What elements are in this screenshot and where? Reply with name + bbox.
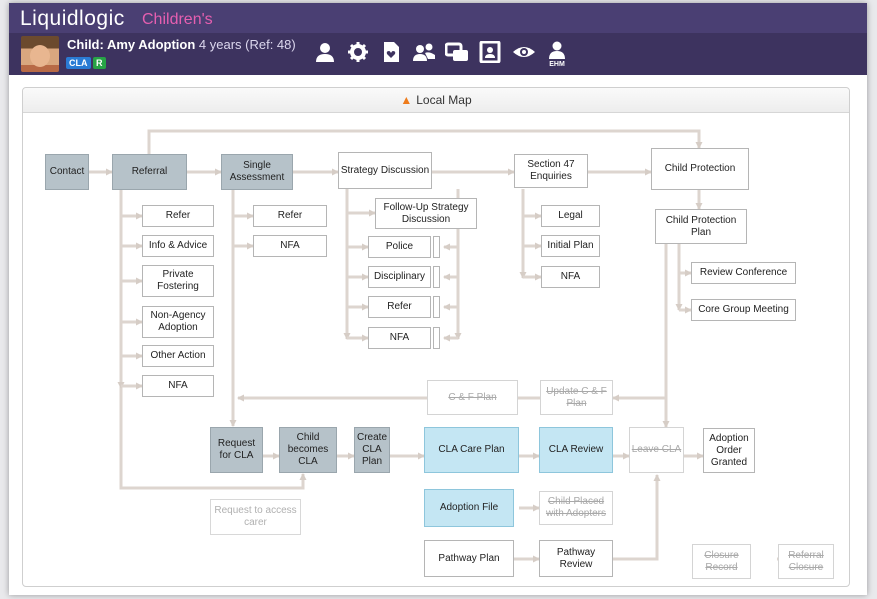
section47-node[interactable]: Section 47 Enquiries — [514, 154, 588, 188]
sd-refer-node[interactable]: Refer — [368, 296, 431, 318]
cla-care-plan-node[interactable]: CLA Care Plan — [424, 427, 519, 473]
adoption-order-node[interactable]: Adoption Order Granted — [703, 428, 755, 473]
closure-record-node[interactable]: Closure Record — [692, 544, 751, 579]
child-details: 4 years (Ref: 48) — [195, 37, 296, 52]
local-map-panel: ▲ Local Map Contact Referral Single Asse… — [22, 87, 850, 587]
cla-badge: CLA — [66, 57, 91, 69]
child-protection-node[interactable]: Child Protection — [651, 148, 749, 190]
request-cla-node[interactable]: Request for CLA — [210, 427, 263, 473]
update-cf-plan-node[interactable]: Update C & F Plan — [540, 380, 613, 415]
single-assessment-node[interactable]: Single Assessment — [221, 154, 293, 190]
referral-closure-node[interactable]: Referral Closure — [778, 544, 834, 579]
windows-icon[interactable] — [444, 41, 469, 65]
ehm-label: EHM — [549, 61, 565, 68]
create-cla-plan-node[interactable]: Create CLA Plan — [354, 427, 390, 473]
group-icon[interactable] — [412, 41, 436, 65]
review-conference-node[interactable]: Review Conference — [691, 262, 796, 284]
sa-refer-node[interactable]: Refer — [253, 205, 327, 227]
child-becomes-cla-node[interactable]: Child becomes CLA — [279, 427, 337, 473]
person-icon[interactable] — [313, 41, 337, 65]
leave-cla-node[interactable]: Leave CLA — [629, 427, 684, 473]
sd-nfa-node[interactable]: NFA — [368, 327, 431, 349]
child-placed-node[interactable]: Child Placed with Adopters — [539, 491, 613, 525]
app-window: Liquidlogic Children's Child: Amy Adopti… — [9, 3, 867, 595]
pathway-review-node[interactable]: Pathway Review — [539, 540, 613, 577]
core-group-meeting-node[interactable]: Core Group Meeting — [691, 299, 796, 321]
sa-nfa-node[interactable]: NFA — [253, 235, 327, 257]
private-fostering-node[interactable]: Private Fostering — [142, 265, 214, 297]
child-name: Child: Amy Adoption — [67, 37, 196, 52]
contact-card-icon[interactable] — [478, 40, 502, 65]
ehm-person-icon[interactable]: EHM — [545, 41, 569, 68]
child-header: Child: Amy Adoption 4 years (Ref: 48) — [67, 37, 296, 52]
sd-refer-stub — [433, 296, 440, 318]
other-action-node[interactable]: Other Action — [142, 345, 214, 367]
non-agency-adoption-node[interactable]: Non-Agency Adoption — [142, 306, 214, 338]
cla-review-node[interactable]: CLA Review — [539, 427, 613, 473]
cf-plan-node[interactable]: C & F Plan — [427, 380, 518, 415]
eye-icon[interactable] — [512, 41, 536, 65]
gear-icon[interactable] — [346, 41, 370, 65]
disciplinary-node[interactable]: Disciplinary — [368, 266, 431, 288]
referral-refer-node[interactable]: Refer — [142, 205, 214, 227]
contact-node[interactable]: Contact — [45, 154, 89, 190]
police-node[interactable]: Police — [368, 236, 431, 258]
request-access-carer-node[interactable]: Request to access carer — [210, 499, 301, 535]
app-name: Children's — [142, 11, 213, 28]
avatar-face — [30, 45, 50, 67]
legal-node[interactable]: Legal — [541, 205, 600, 227]
police-stub — [433, 236, 440, 258]
pathway-plan-node[interactable]: Pathway Plan — [424, 540, 514, 577]
initial-plan-node[interactable]: Initial Plan — [541, 235, 600, 257]
followup-strategy-node[interactable]: Follow-Up Strategy Discussion — [375, 198, 477, 229]
info-advice-node[interactable]: Info & Advice — [142, 235, 214, 257]
cp-plan-node[interactable]: Child Protection Plan — [655, 209, 747, 244]
strategy-discussion-node[interactable]: Strategy Discussion — [338, 152, 432, 189]
document-heart-icon[interactable] — [379, 41, 403, 65]
child-avatar — [21, 36, 59, 72]
referral-nfa-node[interactable]: NFA — [142, 375, 214, 397]
referral-node[interactable]: Referral — [112, 154, 187, 190]
app-logo: Liquidlogic — [20, 7, 125, 30]
disciplinary-stub — [433, 266, 440, 288]
sd-nfa-stub — [433, 327, 440, 349]
adoption-file-node[interactable]: Adoption File — [424, 489, 514, 527]
r-badge: R — [93, 57, 106, 69]
s47-nfa-node[interactable]: NFA — [541, 266, 600, 288]
